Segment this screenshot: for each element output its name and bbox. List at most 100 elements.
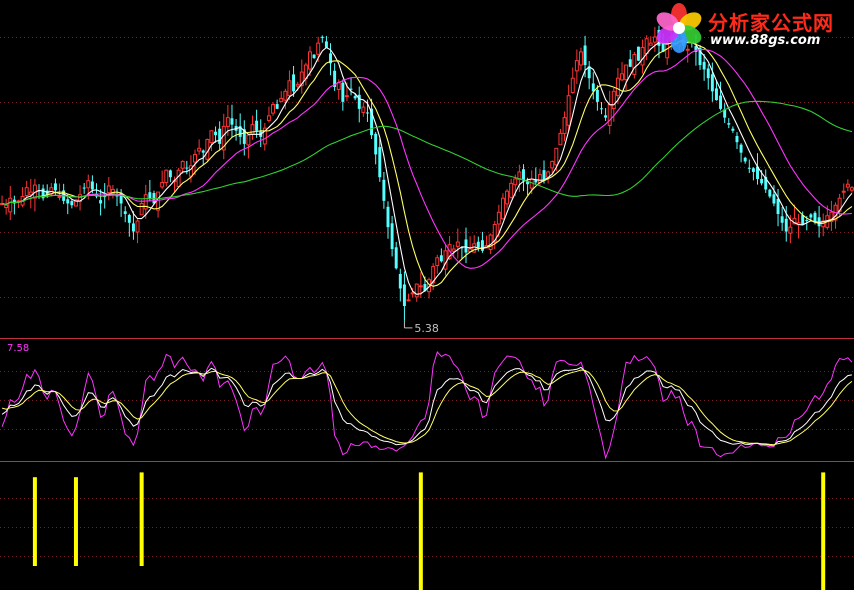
candle-body-up xyxy=(845,183,850,188)
candle-body-up xyxy=(271,103,276,114)
candle-body-up xyxy=(607,103,612,126)
candle-body-up xyxy=(106,185,111,194)
candle-body-down xyxy=(255,120,259,131)
watermark-brand: 分析家公式网 xyxy=(708,11,834,35)
candle-body-down xyxy=(201,150,205,153)
candle-body-up xyxy=(558,132,563,146)
candle-body-up xyxy=(496,211,501,225)
candle-body-up xyxy=(246,134,251,146)
candle-body-up xyxy=(574,60,579,72)
candle-body-down xyxy=(320,36,324,38)
logo-center xyxy=(673,22,685,34)
oscillator-lines xyxy=(1,351,853,460)
candle-body-up xyxy=(86,180,91,189)
candle-body-down xyxy=(353,96,357,99)
candle-body-down xyxy=(710,74,714,92)
candle-body-down xyxy=(127,214,131,223)
candle-body-up xyxy=(4,204,9,209)
candle-body-down xyxy=(751,168,755,172)
candle-body-up xyxy=(537,174,542,184)
signal-bar xyxy=(73,477,78,566)
lowest-price-label: 5.38 xyxy=(414,322,439,335)
candle-body-down xyxy=(743,157,747,162)
candle-body-down xyxy=(476,241,480,248)
candle-body-down xyxy=(378,147,382,178)
candle-body-down xyxy=(809,214,813,218)
oscillator-line xyxy=(1,369,853,446)
candle-body-down xyxy=(727,123,731,125)
candle-body-down xyxy=(168,170,172,178)
candle-body-up xyxy=(361,106,366,113)
candle-body-up xyxy=(283,90,288,101)
candle-body-down xyxy=(636,46,640,61)
candle-body-down xyxy=(394,247,398,269)
candle-body-down xyxy=(706,68,710,79)
candle-body-down xyxy=(739,144,743,153)
candle-body-down xyxy=(53,183,57,191)
candle-body-up xyxy=(513,178,518,186)
candlesticks xyxy=(0,17,854,321)
candle-body-up xyxy=(435,257,440,266)
candle-body-up xyxy=(164,169,169,184)
candle-body-up xyxy=(632,54,637,75)
candle-body-down xyxy=(230,118,234,125)
candle-body-down xyxy=(66,199,70,204)
candle-body-down xyxy=(719,95,723,109)
candle-body-up xyxy=(287,80,292,97)
candle-body-down xyxy=(382,179,386,201)
candle-body-down xyxy=(341,82,345,102)
candle-body-up xyxy=(570,77,575,94)
candle-body-up xyxy=(266,115,271,121)
candle-body-up xyxy=(418,285,423,288)
candle-body-up xyxy=(57,195,62,198)
candle-body-up xyxy=(176,169,181,187)
candle-body-up xyxy=(209,130,214,144)
candle-body-down xyxy=(185,167,189,169)
candle-body-down xyxy=(70,201,74,206)
candle-body-up xyxy=(250,124,255,135)
candle-body-up xyxy=(578,51,583,66)
candle-body-up xyxy=(160,181,165,188)
candle-body-up xyxy=(562,117,567,134)
candle-body-down xyxy=(604,115,608,118)
candle-body-down xyxy=(292,74,296,92)
candle-body-down xyxy=(218,128,222,144)
candle-body-up xyxy=(410,292,415,295)
candle-body-down xyxy=(714,88,718,101)
candle-body-down xyxy=(522,169,525,181)
candle-body-up xyxy=(554,147,559,166)
candle-body-down xyxy=(398,273,402,289)
candle-body-up xyxy=(644,38,649,55)
candle-body-up xyxy=(139,202,144,216)
candle-body-down xyxy=(747,167,751,169)
candle-body-up xyxy=(295,83,300,87)
candle-body-down xyxy=(464,239,468,253)
candle-body-down xyxy=(600,108,603,110)
candle-body-up xyxy=(620,73,625,81)
candle-body-up xyxy=(505,190,510,205)
candle-body-down xyxy=(131,223,135,232)
candle-body-down xyxy=(214,131,218,136)
candle-body-down xyxy=(735,136,739,143)
signal-bar xyxy=(821,472,826,590)
candle-body-down xyxy=(275,104,279,109)
candle-body-up xyxy=(611,90,616,109)
oscillator-value-label: 7.58 xyxy=(7,343,29,354)
candle-body-down xyxy=(702,61,706,70)
candle-body-down xyxy=(439,255,443,262)
candle-body-up xyxy=(344,95,349,98)
candle-body-down xyxy=(583,45,587,66)
candle-body-up xyxy=(566,95,571,126)
lowest-price-annotation: 5.38 xyxy=(403,320,439,335)
oscillator-line xyxy=(1,351,853,460)
candle-body-down xyxy=(780,216,784,223)
candle-body-up xyxy=(455,241,460,247)
candle-body-up xyxy=(849,187,854,191)
candle-body-up xyxy=(500,197,505,220)
candle-body-up xyxy=(640,47,645,66)
candle-body-up xyxy=(225,117,230,127)
candle-body-down xyxy=(760,178,764,184)
stock-chart: 5.38 7.58 xyxy=(0,17,854,590)
candle-body-down xyxy=(148,192,152,199)
moving-average-line xyxy=(1,41,853,287)
